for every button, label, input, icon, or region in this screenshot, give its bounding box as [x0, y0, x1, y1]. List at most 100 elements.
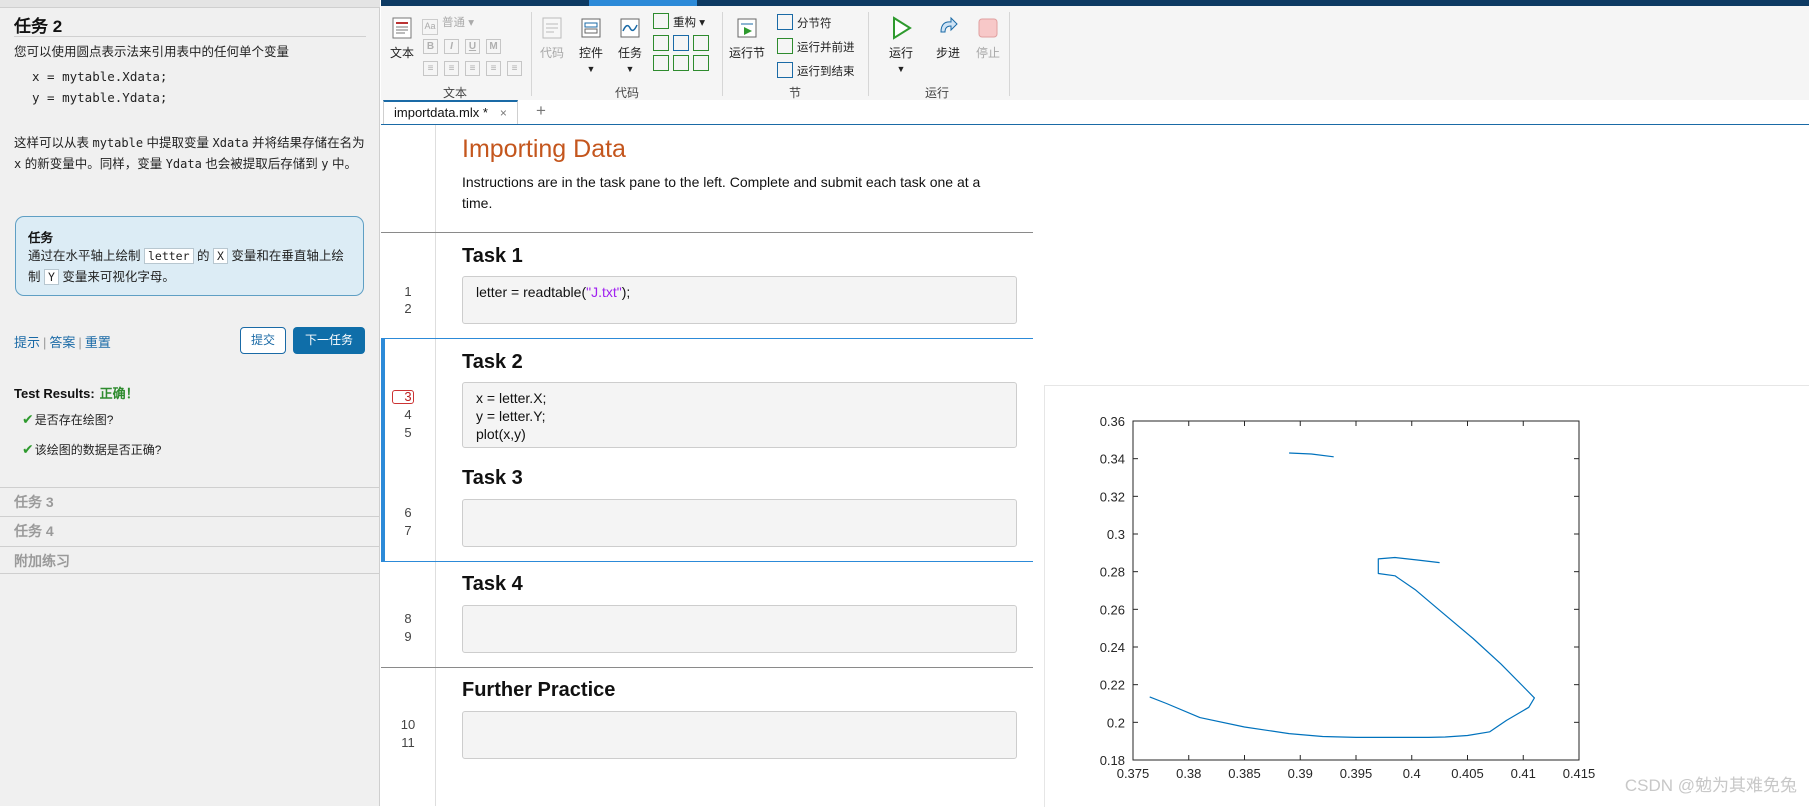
collapsed-further-practice[interactable]: 附加练习 [0, 546, 380, 574]
collapsed-task-3[interactable]: 任务 3 [0, 487, 380, 515]
y-tick-label: 0.28 [1100, 565, 1125, 580]
y-tick-label: 0.24 [1100, 640, 1125, 655]
close-tab-icon[interactable]: × [500, 106, 507, 120]
decrease-indent-icon[interactable] [673, 55, 689, 71]
numbered-list-icon[interactable]: ≡ [444, 61, 459, 76]
align-center-icon[interactable]: ≡ [486, 61, 501, 76]
align-left-icon[interactable]: ≡ [465, 61, 480, 76]
refactor-dropdown[interactable]: 重构 ▾ [653, 13, 705, 30]
toolstrip-active-tab[interactable] [589, 0, 697, 6]
run-section-icon [737, 18, 757, 38]
collapsed-task-4[interactable]: 任务 4 [0, 516, 380, 544]
group-separator [1009, 12, 1010, 96]
run-to-end-icon [777, 62, 793, 78]
y-tick-label: 0.18 [1100, 753, 1125, 768]
step-icon [940, 16, 958, 33]
code-line: x = letter.X; [476, 390, 547, 406]
section-title-further-practice: Further Practice [462, 679, 616, 701]
indent-icon[interactable] [653, 55, 669, 71]
section-divider [381, 667, 1033, 668]
run-button[interactable]: 运行 ▼ [881, 16, 921, 75]
next-task-button[interactable]: 下一任务 [293, 327, 365, 354]
y-tick-label: 0.22 [1100, 678, 1125, 693]
smart-indent-icon[interactable] [693, 55, 709, 71]
stop-button[interactable]: 停止 [971, 16, 1005, 61]
line-number: 7 [404, 523, 412, 538]
control-button[interactable]: 控件 ▼ [574, 16, 608, 75]
hint-link[interactable]: 提示 [14, 335, 40, 350]
example-code-line-1: x = mytable.Xdata; [32, 69, 168, 84]
code-block-further-practice[interactable] [462, 711, 1017, 759]
section-title-task-2: Task 2 [462, 351, 523, 373]
run-section-button[interactable]: 运行节 [727, 16, 767, 61]
axes-box [1132, 420, 1580, 761]
insert-text-button[interactable]: 文本 [385, 16, 419, 61]
code-line: y = letter.Y; [476, 408, 546, 424]
task-instruction-box: 任务 通过在水平轴上绘制 letter 的 X 变量和在垂直轴上绘制 Y 变量来… [15, 216, 364, 296]
toolstrip: 文本 Aa 普通 ▾ B I U M ≡ ≡ ≡ ≡ ≡ 文本 代码 控件 ▼ 任务… [381, 0, 1809, 100]
figure-output[interactable]: 0.375 0.38 0.385 0.39 0.395 0.4 0.405 0.41 0.415… [1044, 385, 1809, 807]
bold-icon[interactable]: B [423, 39, 438, 54]
section-group-label: 节 [789, 86, 802, 100]
task-icon [620, 18, 640, 38]
task-pane-top-strip [0, 0, 380, 8]
y-tick-label: 0.34 [1100, 452, 1125, 467]
line-number: 3 [404, 389, 412, 404]
x-tick-label: 0.41 [1511, 766, 1536, 781]
x-tick-label: 0.415 [1563, 766, 1596, 781]
answer-link[interactable]: 答案 [49, 335, 75, 350]
x-tick-label: 0.38 [1176, 766, 1201, 781]
line-number: 11 [401, 735, 415, 750]
x-tick-label: 0.385 [1228, 766, 1261, 781]
check-item: ✔该绘图的数据是否正确? [22, 441, 162, 457]
align-right-icon[interactable]: ≡ [507, 61, 522, 76]
code-block-task-3[interactable] [462, 499, 1017, 547]
x-tick-label: 0.395 [1340, 766, 1373, 781]
checkmark-icon: ✔ [22, 441, 34, 457]
watermark: CSDN @勉为其难免兔 [1624, 776, 1797, 795]
uncomment-icon[interactable] [693, 35, 709, 51]
reset-link[interactable]: 重置 [85, 335, 111, 350]
run-to-end-button[interactable]: 运行到结束 [777, 62, 855, 79]
line-number: 4 [404, 407, 412, 422]
code-button[interactable]: 代码 [535, 16, 569, 61]
title-divider [14, 36, 366, 37]
monospace-icon[interactable]: M [486, 39, 501, 54]
task-button[interactable]: 任务 ▼ [613, 16, 647, 75]
add-tab-icon[interactable]: + [536, 101, 546, 121]
text-style-dropdown[interactable]: Aa 普通 ▾ [422, 14, 474, 35]
output-pane: 0.375 0.38 0.385 0.39 0.395 0.4 0.405 0.41 0.415… [1033, 125, 1809, 807]
y-tick-label: 0.3 [1107, 527, 1125, 542]
comment-icon[interactable] [653, 35, 669, 51]
example-code-line-2: y = mytable.Ydata; [32, 90, 168, 105]
underline-icon[interactable]: U [465, 39, 480, 54]
document-tab[interactable]: importdata.mlx * × [383, 100, 518, 124]
bullet-list-icon[interactable]: ≡ [423, 61, 438, 76]
line-number: 6 [404, 505, 412, 520]
code-block-task-4[interactable] [462, 605, 1017, 653]
wrap-icon[interactable] [673, 35, 689, 51]
step-button[interactable]: 步进 [931, 16, 965, 61]
document-tab-name: importdata.mlx * [394, 105, 488, 120]
checkmark-icon: ✔ [22, 411, 34, 427]
run-and-advance-button[interactable]: 运行并前进 [777, 38, 855, 55]
group-separator [868, 12, 869, 96]
document-instructions: Instructions are in the task pane to the… [462, 174, 981, 211]
section-break-icon [777, 14, 793, 30]
task-pane: 任务 2 您可以使用圆点表示法来引用表中的任何单个变量 x = mytable.… [0, 0, 380, 806]
code-doc-icon [542, 17, 562, 39]
y-tick-label: 0.36 [1100, 414, 1125, 429]
task-box-text: 通过在水平轴上绘制 letter 的 X 变量和在垂直轴上绘制 Y 变量来可视化… [28, 248, 344, 285]
section-divider [381, 338, 1033, 339]
italic-icon[interactable]: I [444, 39, 459, 54]
submit-button[interactable]: 提交 [240, 327, 286, 354]
group-separator [531, 12, 532, 96]
code-block-task-1[interactable]: letter = readtable("J.txt"); [462, 276, 1017, 324]
toolstrip-tab-bar [381, 0, 1809, 6]
code-line: plot(x,y) [476, 426, 526, 442]
live-editor[interactable]: 1 2 3 4 5 6 7 8 9 10 11 Importing Data I… [381, 125, 1034, 806]
text-doc-icon [392, 17, 412, 39]
code-block-task-2[interactable]: x = letter.X; y = letter.Y; plot(x,y) [462, 382, 1017, 448]
y-tick-label: 0.26 [1100, 602, 1125, 617]
section-break-button[interactable]: 分节符 [777, 14, 832, 31]
